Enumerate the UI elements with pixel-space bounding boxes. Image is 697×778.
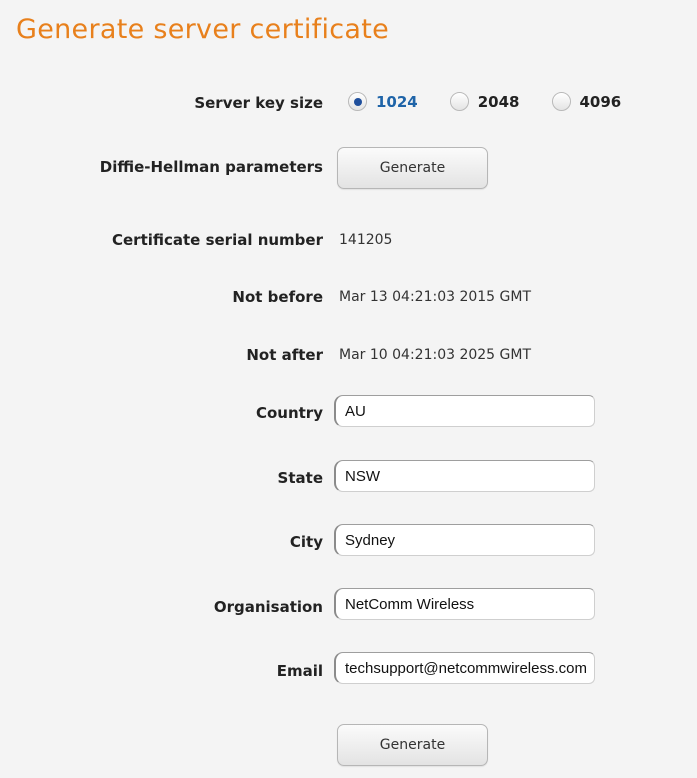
country-label: Country xyxy=(255,404,323,422)
city-field[interactable] xyxy=(334,524,595,556)
radio-button[interactable] xyxy=(449,92,469,111)
city-label: City xyxy=(289,533,323,551)
organisation-label: Organisation xyxy=(213,598,323,616)
radio-button[interactable] xyxy=(551,92,571,111)
not-before-label: Not before xyxy=(232,288,323,306)
not-after-value: Mar 10 04:21:03 2025 GMT xyxy=(339,347,532,363)
radio-label-4096: 4096 xyxy=(579,92,622,111)
diffie-hellman-generate-button[interactable]: Generate xyxy=(337,147,488,189)
page-title: Generate server certificate xyxy=(16,14,390,45)
radio-option-2048[interactable]: 2048 xyxy=(449,92,520,111)
state-field[interactable] xyxy=(334,460,595,492)
serial-number-label: Certificate serial number xyxy=(111,231,323,249)
organisation-field[interactable] xyxy=(334,588,595,620)
radio-option-4096[interactable]: 4096 xyxy=(551,92,622,111)
server-key-size-label: Server key size xyxy=(194,94,323,112)
not-after-label: Not after xyxy=(246,346,323,364)
radio-label-1024: 1024 xyxy=(376,92,418,111)
serial-number-value: 141205 xyxy=(339,232,393,248)
state-label: State xyxy=(277,469,323,487)
diffie-hellman-label: Diffie-Hellman parameters xyxy=(99,158,323,176)
not-before-value: Mar 13 04:21:03 2015 GMT xyxy=(339,289,532,305)
country-field[interactable] xyxy=(334,395,595,427)
server-key-size-radio-group: 1024 2048 4096 xyxy=(348,92,621,111)
email-label: Email xyxy=(276,662,323,680)
email-field[interactable] xyxy=(334,652,595,684)
generate-certificate-button[interactable]: Generate xyxy=(337,724,488,766)
radio-label-2048: 2048 xyxy=(477,92,520,111)
radio-option-1024[interactable]: 1024 xyxy=(348,92,418,111)
radio-button-checked[interactable] xyxy=(348,92,367,111)
